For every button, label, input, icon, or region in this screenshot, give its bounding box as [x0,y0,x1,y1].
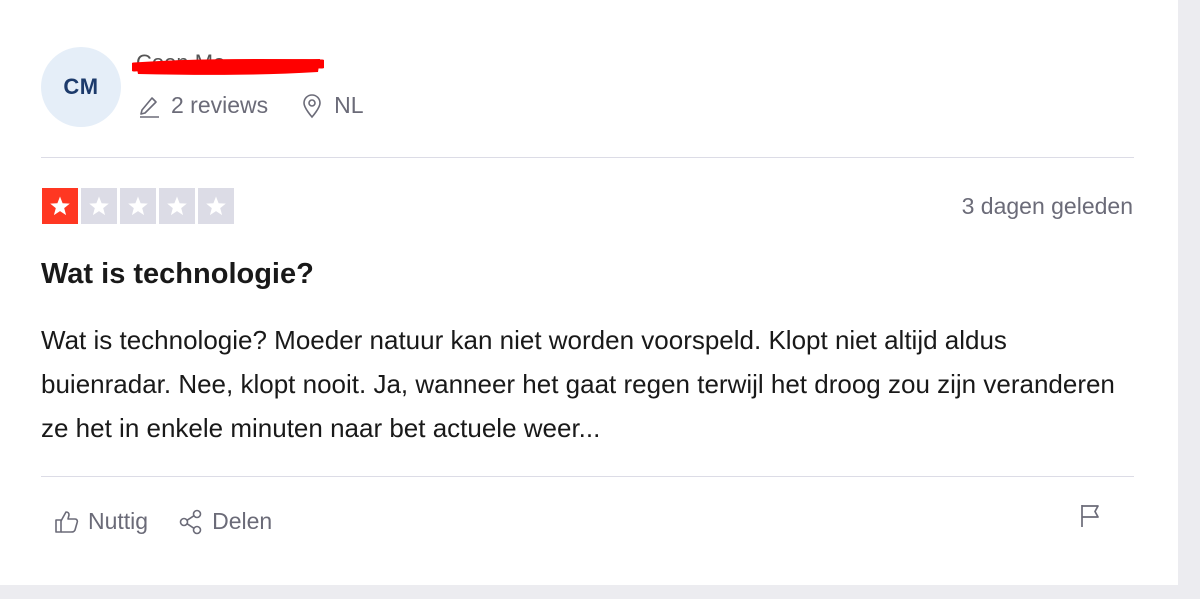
useful-button[interactable]: Nuttig [54,508,148,535]
share-label: Delen [212,508,273,534]
country-text: NL [334,92,364,118]
avatar[interactable]: CM [41,47,121,127]
star-filled-icon [42,188,78,224]
reviewer-meta: 2 reviews NL [137,92,364,119]
review-date: 3 dagen geleden [961,193,1133,219]
review-actions: Nuttig Delen [54,508,272,535]
flag-icon[interactable] [1078,503,1102,529]
divider-bottom [41,476,1134,477]
useful-label: Nuttig [88,508,149,534]
star-rating [42,188,237,224]
reviewer-country: NL [300,92,364,119]
star-empty-icon [159,188,195,224]
review-title[interactable]: Wat is technologie? [41,258,314,291]
share-button[interactable]: Delen [178,508,272,535]
star-empty-icon [81,188,117,224]
redaction-scribble [132,58,324,75]
reviews-count-text: 2 reviews [171,92,269,118]
location-pin-icon [303,93,321,118]
reviews-count: 2 reviews [137,92,268,119]
thumbs-up-icon [55,510,79,533]
review-body: Wat is technologie? Moeder natuur kan ni… [41,325,1115,443]
divider-top [41,157,1134,158]
star-empty-icon [120,188,156,224]
review-card: CM Coen Mo 2 reviews NL 3 dagen geleden … [0,0,1178,585]
pencil-icon [140,96,159,118]
share-icon [179,509,202,534]
star-empty-icon [198,188,234,224]
